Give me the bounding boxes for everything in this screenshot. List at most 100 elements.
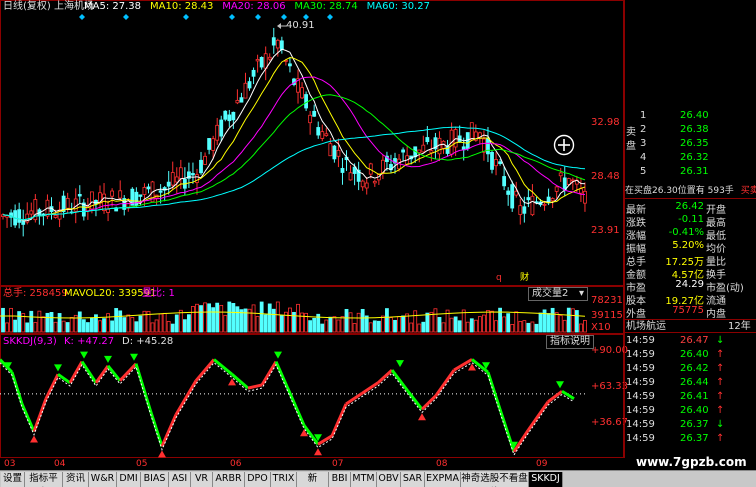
tab-10[interactable]: TRIX [271,472,297,487]
quote-row: 最新 26.42 开盘 [624,201,756,216]
volume-bar [41,316,46,333]
tick-direction-icon: ↑ [716,363,725,374]
volume-bar [251,304,256,333]
volume-bar [469,318,474,333]
candle [465,132,470,151]
level-number: 2 [640,124,647,135]
k-line-segment [94,364,110,384]
tab-18[interactable]: SKKDJ [529,472,563,487]
volume-bar [69,317,74,333]
tab-17[interactable]: 神奇选股不看盘线 [461,472,529,487]
candle [457,125,462,143]
candle [203,152,207,165]
k-line-segment [376,368,394,384]
tab-16[interactable]: EXPMA [425,472,461,487]
candle [65,192,70,214]
quote-row: 涨跌 -0.11 最高 [624,214,756,229]
candle [324,127,329,137]
quote-row: 股本 19.27亿 流通 [624,292,756,307]
volume-bar [550,307,555,333]
tab-4[interactable]: DMI [117,472,141,487]
ticks-title[interactable]: 机场航运 [626,321,666,333]
tab-12[interactable]: BBI [329,472,351,487]
level-price: 26.40 [680,110,709,121]
volume-bar [29,310,34,333]
candle [558,167,563,182]
candlestick-chart[interactable] [0,14,588,286]
volume-bar [223,314,228,333]
volume-bar [5,322,9,333]
candle [263,46,268,81]
candle [134,187,139,207]
skkdj-chart[interactable] [0,348,588,458]
order-book-row: 3 26.35 [624,138,756,150]
tab-3[interactable]: W&R [89,472,117,487]
tab-6[interactable]: ASI [169,472,191,487]
tick-time: 14:59 [626,433,655,444]
tab-8[interactable]: ARBR [213,472,245,487]
tab-13[interactable]: MTM [351,472,377,487]
tick-time: 14:59 [626,419,655,430]
volume-bar [380,315,385,333]
candle [526,189,531,208]
k-line-segment [80,360,98,384]
volume-bar [288,307,292,333]
tab-14[interactable]: OBV [377,472,401,487]
volume-title: 总手: 258459 [3,288,68,299]
tick-time: 14:59 [626,391,655,402]
candle [142,183,147,206]
volume-bars[interactable] [0,300,588,334]
candle [271,27,276,54]
candle [380,154,385,180]
volume-bar [518,320,523,333]
volume-bar [425,312,430,333]
indicator-k-label: K: +47.27 [64,336,115,347]
tab-1[interactable]: 指标平台 [25,472,63,487]
volume-bar [255,316,260,333]
tab-9[interactable]: DPO [245,472,271,487]
volume-bar [77,311,82,333]
sell-arrow-icon [80,351,88,359]
event-marker[interactable]: q [496,272,502,284]
k-line-segment [160,413,178,448]
volume-bar [13,319,18,333]
tab-5[interactable]: BIAS [141,472,169,487]
k-line-segment [486,371,502,410]
tab-0[interactable]: 设置 [1,472,25,487]
tab-7[interactable]: VR [191,472,213,487]
tab-15[interactable]: SAR [401,472,425,487]
quote-value: -0.41% [668,227,704,238]
volume-indicator-dropdown[interactable]: 成交量2 ▾ [528,287,588,301]
volume-bar [158,313,163,333]
volume-bar [138,315,143,333]
candle [320,124,325,142]
finance-marker[interactable]: 财 [520,272,529,284]
k-line-segment [68,360,84,384]
candle [389,154,393,173]
volume-bar [98,320,102,333]
volume-bar [356,312,361,333]
candle [570,177,575,191]
k-line-segment [420,394,438,411]
volume-bar [477,316,482,333]
sell-arrow-icon [556,381,564,389]
peak-label: 40.91 [286,20,315,31]
indicator-help-button[interactable]: 指标说明 [546,335,594,349]
volume-bar [336,319,341,333]
ticks-title-2[interactable]: 12年 [728,321,751,333]
volume-bar [429,311,434,333]
ticks-header: 机场航运 12年 [624,319,756,333]
tick-direction-icon: ↑ [716,391,725,402]
candle [138,194,143,206]
tab-11[interactable]: 新DMA [297,472,329,487]
k-line-segment [274,360,292,395]
tab-2[interactable]: 资讯 [63,472,89,487]
status-tail: 买卖 [740,186,756,196]
volume-bar [376,320,381,333]
volume-bar [510,324,515,333]
quote-label: 外盘 [626,309,646,320]
k-line-segment [406,390,424,411]
level-price: 26.31 [680,166,709,177]
volume-bar [53,321,58,333]
candle [235,89,240,105]
